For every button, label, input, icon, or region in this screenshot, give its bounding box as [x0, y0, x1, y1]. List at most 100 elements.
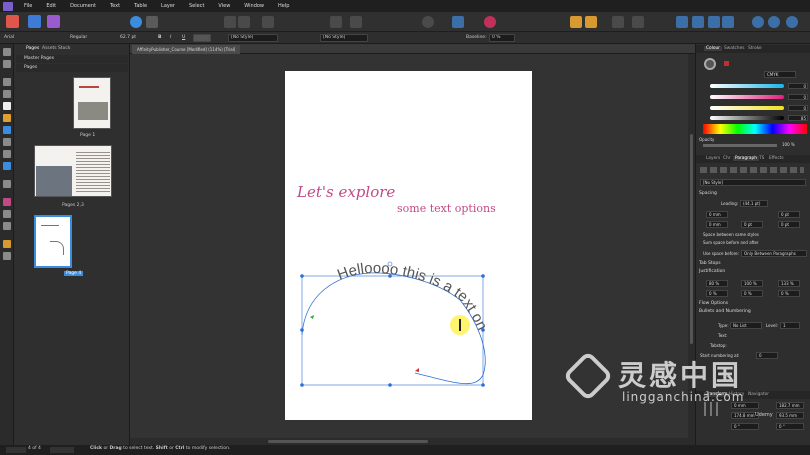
- italic-button[interactable]: I: [170, 34, 171, 42]
- magenta-value[interactable]: 0: [788, 94, 808, 100]
- eyedropper-icon[interactable]: [724, 61, 729, 66]
- indent-right-field[interactable]: 0 pt: [741, 221, 763, 228]
- letter-spacing-max[interactable]: 0 %: [778, 290, 800, 297]
- ellipse-tool-icon[interactable]: [3, 150, 11, 158]
- text-frame-icon[interactable]: [452, 16, 464, 28]
- artistic-text-tool-icon[interactable]: [3, 102, 11, 110]
- boolean-add-icon[interactable]: [752, 16, 764, 28]
- page-1-thumbnail[interactable]: [73, 77, 111, 129]
- cyan-value[interactable]: 0: [788, 83, 808, 89]
- black-slider[interactable]: [710, 116, 784, 120]
- flip-h-icon[interactable]: [676, 16, 688, 28]
- boolean-subtract-icon[interactable]: [768, 16, 780, 28]
- view-mode-icon[interactable]: [224, 16, 236, 28]
- snapping-icon[interactable]: [570, 16, 582, 28]
- handle-top-left[interactable]: [300, 274, 304, 278]
- sum-space-checkbox[interactable]: Sum space before and after: [703, 240, 759, 245]
- tab-swatches[interactable]: Swatches: [724, 46, 745, 51]
- justification-section[interactable]: Justification: [699, 269, 725, 274]
- tab-character[interactable]: Chr: [723, 156, 731, 161]
- tab-stroke[interactable]: Stroke: [748, 46, 762, 51]
- rectangle-tool-icon[interactable]: [3, 138, 11, 146]
- menu-edit[interactable]: Edit: [39, 3, 63, 9]
- font-style-field[interactable]: Regular: [70, 34, 87, 42]
- list-type-select[interactable]: No List: [730, 322, 762, 329]
- menu-document[interactable]: Document: [63, 3, 103, 9]
- alignment-buttons[interactable]: [700, 167, 804, 173]
- handle-bottom-right[interactable]: [481, 383, 485, 387]
- tab-colour[interactable]: Colour: [704, 46, 722, 51]
- use-space-select[interactable]: Only Between Paragraphs: [741, 250, 807, 257]
- handle-middle-right[interactable]: [481, 328, 485, 332]
- settings-icon[interactable]: [146, 16, 158, 28]
- word-spacing-desired[interactable]: 100 %: [741, 280, 763, 287]
- menu-select[interactable]: Select: [182, 3, 211, 9]
- yellow-value[interactable]: 0: [788, 105, 808, 111]
- yellow-slider[interactable]: [710, 106, 784, 110]
- search-icon[interactable]: [3, 252, 11, 260]
- headline-text[interactable]: Let's explore: [297, 183, 395, 201]
- spacing-section[interactable]: Spacing: [699, 191, 717, 196]
- black-value[interactable]: 85: [788, 115, 808, 121]
- table-tool-icon[interactable]: [3, 78, 11, 86]
- pen-tool-icon[interactable]: [3, 114, 11, 122]
- menu-table[interactable]: Table: [127, 3, 154, 9]
- move-tool-icon[interactable]: [3, 48, 11, 56]
- baseline-field[interactable]: 0 %: [489, 34, 515, 42]
- letter-spacing-desired[interactable]: 0 %: [741, 290, 763, 297]
- zoom-tool-icon[interactable]: [3, 180, 11, 188]
- handle-bottom-left[interactable]: [300, 383, 304, 387]
- path-end-marker[interactable]: [415, 368, 419, 372]
- assistant-icon[interactable]: [130, 16, 142, 28]
- text-color-swatch[interactable]: [193, 34, 211, 42]
- handle-top-center[interactable]: [388, 274, 392, 278]
- tab-assets[interactable]: Assets: [42, 46, 57, 51]
- opacity-value[interactable]: 100 %: [782, 142, 795, 147]
- font-size-field[interactable]: 62.7 pt: [120, 34, 136, 42]
- color-picker-icon[interactable]: [484, 16, 496, 28]
- picture-frame-tool-icon[interactable]: [3, 162, 11, 170]
- frame-icon[interactable]: [262, 16, 274, 28]
- tab-layers[interactable]: Layers: [706, 156, 720, 161]
- transparency-tool-icon[interactable]: [3, 210, 11, 218]
- flow-options-section[interactable]: Flow Options: [699, 301, 728, 306]
- menu-window[interactable]: Window: [237, 3, 271, 9]
- color-model-select[interactable]: CMYK: [764, 71, 796, 78]
- word-spacing-max[interactable]: 133 %: [778, 280, 800, 287]
- bullets-section[interactable]: Bullets and Numbering: [699, 309, 751, 314]
- cyan-slider[interactable]: [710, 84, 784, 88]
- pin-icon[interactable]: [330, 16, 342, 28]
- link-icon[interactable]: [350, 16, 362, 28]
- handle-bottom-center[interactable]: [388, 383, 392, 387]
- rotate-ccw-icon[interactable]: [722, 16, 734, 28]
- document-tab[interactable]: AffinityPublisher_Course [Modified] (114…: [132, 45, 241, 54]
- fill-swatch[interactable]: [704, 58, 716, 70]
- color-spectrum[interactable]: [703, 124, 807, 134]
- vector-crop-tool-icon[interactable]: [3, 222, 11, 230]
- handle-top-right[interactable]: [481, 274, 485, 278]
- align-icon[interactable]: [632, 16, 644, 28]
- magenta-slider[interactable]: [710, 95, 784, 99]
- menu-help[interactable]: Help: [271, 3, 296, 9]
- handle-middle-left[interactable]: [300, 328, 304, 332]
- master-pages-row[interactable]: Master Pages: [16, 55, 128, 63]
- page-nav-buttons[interactable]: [50, 447, 74, 453]
- paragraph-style-select[interactable]: [No Style]: [700, 179, 806, 186]
- photo-persona-icon[interactable]: [28, 15, 41, 28]
- rotate-icon[interactable]: [708, 16, 720, 28]
- arrange-icon[interactable]: [612, 16, 624, 28]
- list-level-field[interactable]: 1: [780, 322, 800, 329]
- paragraph-style-select[interactable]: [No Style]: [320, 34, 368, 42]
- leading-field[interactable]: (44.1 pt): [740, 200, 768, 207]
- color-picker-tool-icon[interactable]: [3, 198, 11, 206]
- menu-layer[interactable]: Layer: [154, 3, 182, 9]
- preflight-icon[interactable]: [422, 16, 434, 28]
- horizontal-scrollbar[interactable]: [130, 438, 688, 445]
- flip-v-icon[interactable]: [692, 16, 704, 28]
- path-start-marker[interactable]: [310, 315, 314, 319]
- fill-tool-icon[interactable]: [3, 126, 11, 134]
- space-before-field[interactable]: 0 mm: [706, 211, 728, 218]
- page-nav-first[interactable]: [6, 447, 26, 453]
- publisher-persona-icon[interactable]: [6, 15, 19, 28]
- tab-stops-section[interactable]: Tab Stops: [699, 261, 721, 266]
